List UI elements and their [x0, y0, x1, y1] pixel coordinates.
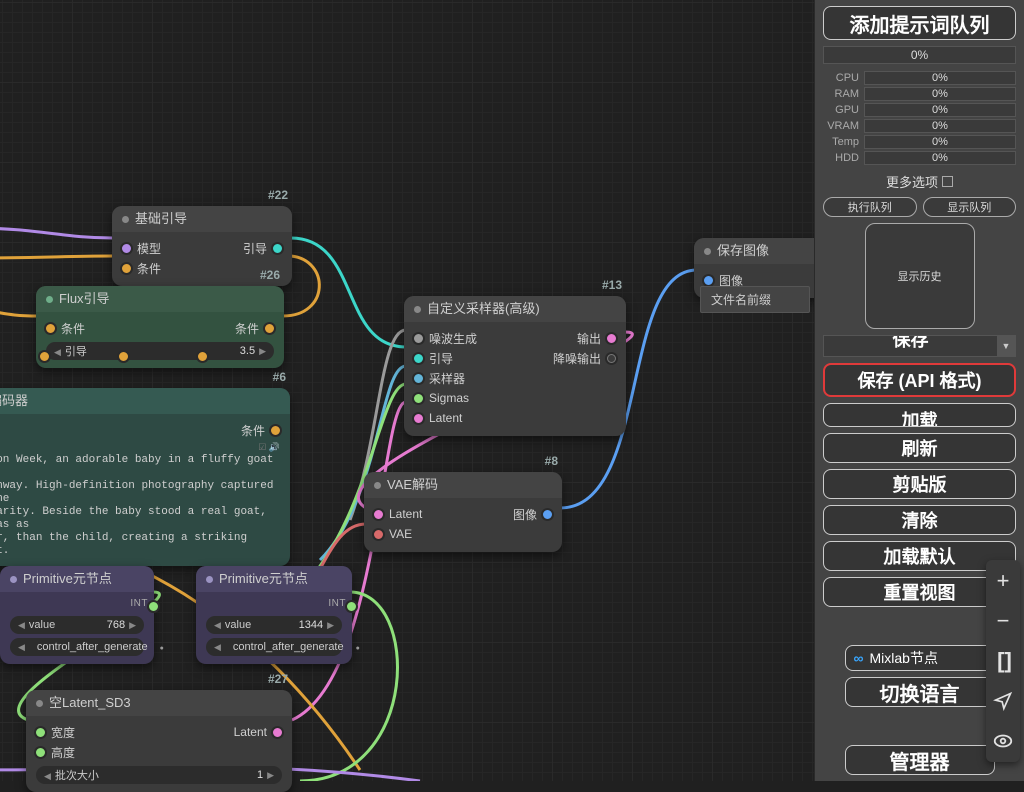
node-title: Primitive元节点 — [23, 566, 112, 592]
infinity-icon: ∞ — [854, 650, 864, 666]
chevron-down-icon: ▼ — [997, 336, 1015, 356]
minus-icon[interactable]: − — [986, 606, 1020, 636]
node-title: Primitive元节点 — [219, 566, 308, 592]
type-tag: INT — [130, 598, 148, 609]
plus-icon[interactable]: + — [986, 566, 1020, 596]
manager-button[interactable]: 管理器 — [845, 745, 995, 775]
fold-handle[interactable] — [119, 352, 128, 361]
refresh-button[interactable]: 刷新 — [823, 433, 1016, 463]
node-title: 保存图像 — [717, 238, 769, 264]
system-stats: CPU0% RAM0% GPU0% VRAM0% Temp0% HDD0% — [823, 70, 1016, 166]
widget-control[interactable]: control_after_generate — [206, 638, 342, 656]
node-header-icons: ☑ 🔊 — [258, 442, 280, 453]
node-title: 自定义采样器(高级) — [427, 296, 540, 322]
fullscreen-icon[interactable]: [ ] — [986, 646, 1020, 676]
floating-toolbar: + − [ ] — [986, 560, 1020, 762]
fold-handle[interactable] — [198, 352, 207, 361]
node-id: #6 — [273, 370, 286, 384]
port-out[interactable] — [149, 602, 158, 611]
queue-prompt-button[interactable]: 添加提示词队列 — [823, 6, 1016, 40]
show-history-button[interactable]: 显示历史 — [865, 223, 975, 329]
show-queue-button[interactable]: 显示队列 — [923, 197, 1017, 217]
node-id: #22 — [268, 188, 288, 202]
exec-queue-button[interactable]: 执行队列 — [823, 197, 917, 217]
node-text-encoder[interactable]: #6 文本编码器 条件 ☑ 🔊 s Fashion Week, an adora… — [0, 388, 290, 566]
node-title: 基础引导 — [135, 206, 187, 232]
eye-icon[interactable] — [986, 726, 1020, 756]
load-button[interactable]: 加载 — [823, 403, 1016, 427]
fold-handle[interactable] — [40, 352, 49, 361]
clipboard-button[interactable]: 剪贴版 — [823, 469, 1016, 499]
mixlab-button[interactable]: ∞ Mixlab节点 — [845, 645, 995, 671]
node-id: #26 — [260, 268, 280, 282]
progress-bar: 0% — [823, 46, 1016, 64]
node-primitive-b[interactable]: Primitive元节点 INT value 1344 control_afte… — [196, 566, 352, 664]
prompt-text[interactable]: s Fashion Week, an adorable baby in a fl… — [0, 454, 280, 558]
switch-language-button[interactable]: 切换语言 — [845, 677, 995, 707]
port-out[interactable] — [347, 602, 356, 611]
node-title: VAE解码 — [387, 472, 438, 498]
more-options[interactable]: 更多选项 — [823, 172, 1016, 191]
node-id: #13 — [602, 278, 622, 292]
node-id: #27 — [268, 672, 288, 686]
checkbox-icon[interactable] — [942, 176, 953, 187]
widget-value[interactable]: value 1344 — [206, 616, 342, 634]
clear-button[interactable]: 清除 — [823, 505, 1016, 535]
save-dropdown[interactable]: 保存 ▼ — [823, 335, 1016, 357]
node-title: Flux引导 — [59, 286, 110, 312]
field-filename-prefix[interactable]: 文件名前缀 — [700, 286, 810, 313]
node-title: 文本编码器 — [0, 388, 28, 414]
node-id: #8 — [545, 454, 558, 468]
widget-control[interactable]: control_after_generate — [10, 638, 144, 656]
widget-batch[interactable]: 批次大小 1 — [36, 766, 282, 784]
widget-value[interactable]: value 768 — [10, 616, 144, 634]
node-vae-decode[interactable]: #8 VAE解码 Latent 图像 VAE — [364, 472, 562, 552]
locate-icon[interactable] — [986, 686, 1020, 716]
type-tag: INT — [328, 598, 346, 609]
node-empty-latent[interactable]: #27 空Latent_SD3 宽度 Latent 高度 批次大小 1 — [26, 690, 292, 792]
node-title: 空Latent_SD3 — [49, 690, 131, 716]
node-primitive-a[interactable]: Primitive元节点 INT value 768 control_after… — [0, 566, 154, 664]
node-custom-sampler[interactable]: #13 自定义采样器(高级) 噪波生成 输出 引导 降噪输出 采样器 Sigma… — [404, 296, 626, 436]
save-api-button[interactable]: 保存 (API 格式) — [823, 363, 1016, 397]
